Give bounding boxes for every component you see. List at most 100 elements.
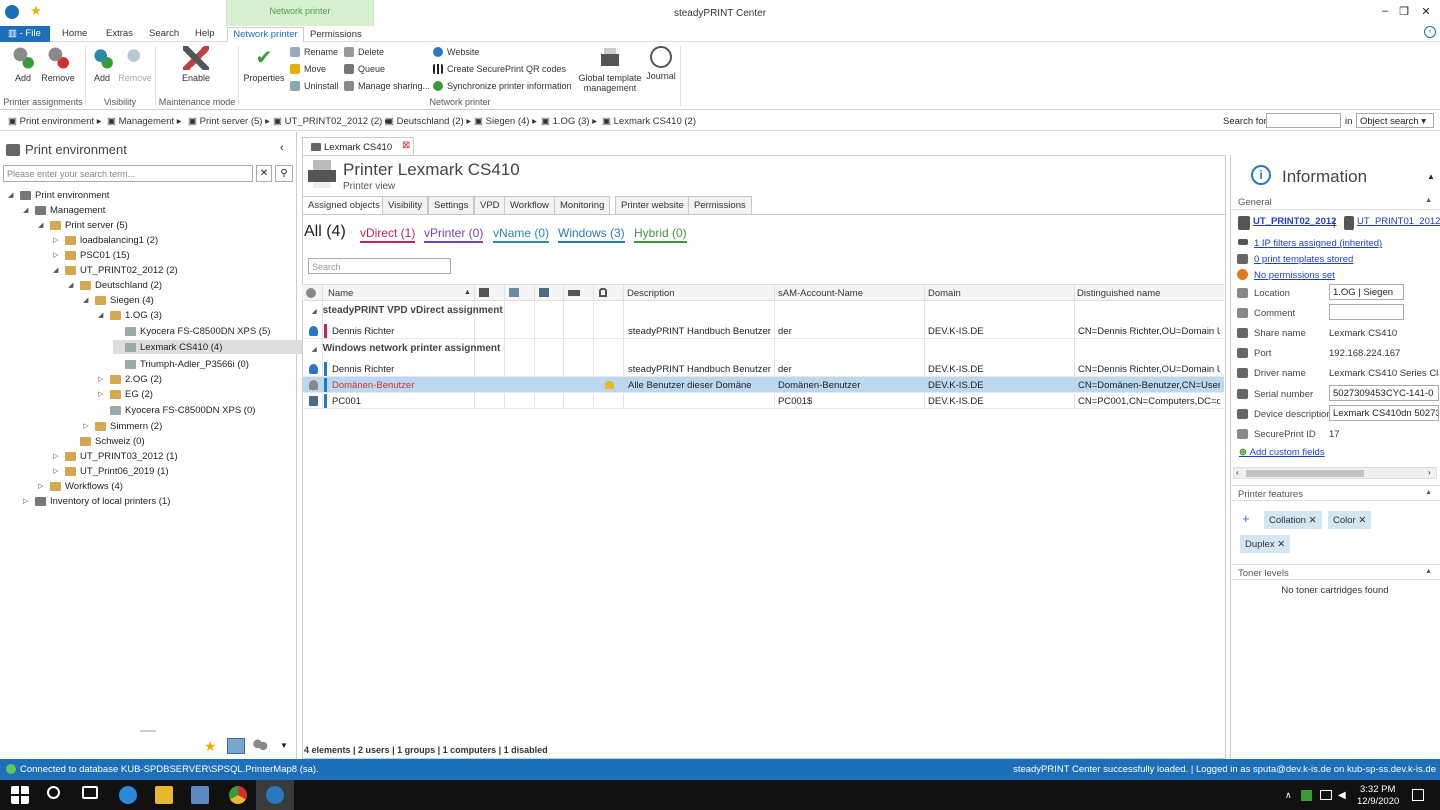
add-custom-fields-link[interactable]: ⊕ Add custom fields [1239,447,1325,458]
tray-chevron-icon[interactable]: ∧ [1285,790,1292,801]
collapse-panel-button[interactable]: ‹ [280,142,284,154]
tree-node[interactable]: ◢ Management [23,203,105,217]
taskbar-date[interactable]: 12/9/2020 [1357,796,1399,807]
breadcrumb-item[interactable]: ▣ Print server (5) ▸ [188,116,270,127]
section-toner-levels[interactable]: Toner levels ▲ [1230,564,1440,580]
menu-help[interactable]: Help [195,28,215,39]
tree-node[interactable]: ▷ UT_PRINT03_2012 (1) [53,449,178,463]
add-assignment-button[interactable]: Add [8,46,38,83]
tree-node[interactable]: ◢ Print environment [8,188,109,202]
edge-icon[interactable] [119,786,137,804]
table-row[interactable]: Domänen-Benutzer Alle Benutzer dieser Dom… [302,377,1224,393]
filter-windows[interactable]: Windows (3) [558,226,625,243]
search-icon[interactable]: ⚲ [275,165,293,182]
expand-toggle-icon[interactable]: ▷ [53,251,61,259]
queue-button[interactable]: Queue [344,64,385,74]
server-link-primary[interactable]: UT_PRINT02_2012 [1253,216,1336,227]
task-view-icon[interactable] [82,786,98,799]
expand-toggle-icon[interactable]: ▷ [38,482,46,490]
file-menu-button[interactable]: ▥ - File [0,26,50,42]
breadcrumb-item[interactable]: ▣ Lexmark CS410 (2) [602,116,696,127]
server-manager-icon[interactable] [191,786,209,804]
network-icon[interactable] [1320,790,1332,800]
filter-hybrid[interactable]: Hybrid (0) [634,226,687,243]
uninstall-button[interactable]: Uninstall [290,81,339,91]
sort-ascending-icon[interactable]: ▲ [464,289,471,296]
enable-maintenance-button[interactable]: Enable [178,46,214,83]
group-header[interactable]: ◢ steadyPRINT VPD vDirect assignment [302,305,1224,316]
type-column-icon[interactable] [306,288,316,298]
tab-assigned-objects[interactable]: Assigned objects [302,196,386,215]
breadcrumb-item[interactable]: ▣ Deutschland (2) ▸ [385,116,471,127]
resize-grip[interactable] [140,730,156,732]
expand-toggle-icon[interactable]: ◢ [8,191,16,199]
scroll-right-icon[interactable]: › [1428,468,1431,477]
remove-chip-icon[interactable]: ✕ [1358,515,1366,526]
document-tab[interactable]: Lexmark CS410 ⊠ [302,137,414,155]
breadcrumb-item[interactable]: ▣ Print environment ▸ [8,116,102,127]
tab-monitoring[interactable]: Monitoring [554,196,611,215]
expand-toggle-icon[interactable]: ◢ [68,281,76,289]
filter-vdirect[interactable]: vDirect (1) [360,226,416,243]
tree-node[interactable]: ▷ Inventory of local printers (1) [23,494,170,508]
notifications-icon[interactable] [1412,789,1424,801]
tree-node[interactable]: Kyocera FS-C8500DN XPS (5) [113,324,270,338]
taskbar-time[interactable]: 3:32 PM [1360,784,1395,795]
move-button[interactable]: Move [290,64,326,74]
tab-network-printer[interactable]: Network printer [227,27,304,43]
permissions-link[interactable]: No permissions set [1254,270,1335,281]
add-visibility-button[interactable]: Add [88,46,116,83]
tab-visibility[interactable]: Visibility [382,196,429,215]
website-button[interactable]: Website [433,47,479,57]
table-row[interactable]: PC001 PC001$ DEV.K-IS.DE CN=PC001,CN=Comput… [302,393,1224,409]
vdirect-column-icon[interactable] [509,288,519,297]
tab-vpd[interactable]: VPD [474,196,506,215]
menu-search[interactable]: Search [149,28,179,39]
tab-permissions[interactable]: Permissions [310,29,362,40]
grid-search-input[interactable]: Search [308,258,451,274]
tab-workflow[interactable]: Workflow [504,196,555,215]
file-explorer-icon[interactable] [155,786,173,804]
column-header-domain[interactable]: Domain [928,288,961,299]
tree-node[interactable]: ◢ UT_PRINT02_2012 (2) [53,263,178,277]
global-template-button[interactable]: Global template management [576,46,644,93]
filter-vprinter[interactable]: vPrinter (0) [424,226,484,243]
breadcrumb-item[interactable]: ▣ UT_PRINT02_2012 (2) ▸ [273,116,390,127]
close-button[interactable]: ✕ [1416,5,1436,18]
lock-column-icon[interactable] [599,288,607,297]
expand-toggle-icon[interactable]: ◢ [83,296,91,304]
tree-node[interactable]: Schweiz (0) [68,434,145,448]
collapse-group-icon[interactable]: ◢ [312,309,317,315]
menu-extras[interactable]: Extras [106,28,133,39]
field-value[interactable] [1329,304,1404,320]
tree-node[interactable]: Kyocera FS-C8500DN XPS (0) [98,403,255,417]
expand-toggle-icon[interactable]: ▷ [83,422,91,430]
expand-toggle-icon[interactable]: ▷ [53,467,61,475]
breadcrumb-item[interactable]: ▣ Siegen (4) ▸ [474,116,537,127]
tree-node[interactable]: ◢ Siegen (4) [83,293,154,307]
tree-node[interactable]: ▷ 2.OG (2) [98,372,162,386]
arrow-column-icon[interactable] [568,290,580,296]
filter-vname[interactable]: vName (0) [493,226,550,243]
breadcrumb-item[interactable]: ▣ Management ▸ [107,116,182,127]
remove-chip-icon[interactable]: ✕ [1277,539,1285,550]
expand-toggle-icon[interactable]: ◢ [38,221,46,229]
expand-toggle-icon[interactable]: ▷ [53,452,61,460]
windows-start-icon[interactable] [11,786,29,804]
feature-chip-collation[interactable]: Collation ✕ [1264,511,1322,529]
menu-home[interactable]: Home [62,28,87,39]
synchronize-button[interactable]: Synchronize printer information [433,81,572,91]
section-printer-features[interactable]: Printer features ▲ [1230,485,1440,501]
tab-permissions[interactable]: Permissions [688,196,752,215]
column-header-distinguished-name[interactable]: Distinguished name [1077,288,1160,299]
rename-button[interactable]: Rename [290,47,338,57]
expand-toggle-icon[interactable]: ▷ [98,390,106,398]
breadcrumb-item[interactable]: ▣ 1.OG (3) ▸ [541,116,597,127]
chrome-icon[interactable] [229,786,247,804]
field-value[interactable]: 5027309453CYC-141-0 [1329,385,1439,401]
expand-toggle-icon[interactable]: ▷ [53,236,61,244]
tree-node[interactable]: ◢ Deutschland (2) [68,278,162,292]
scroll-thumb[interactable] [1246,470,1364,477]
expand-toggle-icon[interactable]: ◢ [98,311,106,319]
manage-sharing-button[interactable]: Manage sharing... [344,81,430,91]
